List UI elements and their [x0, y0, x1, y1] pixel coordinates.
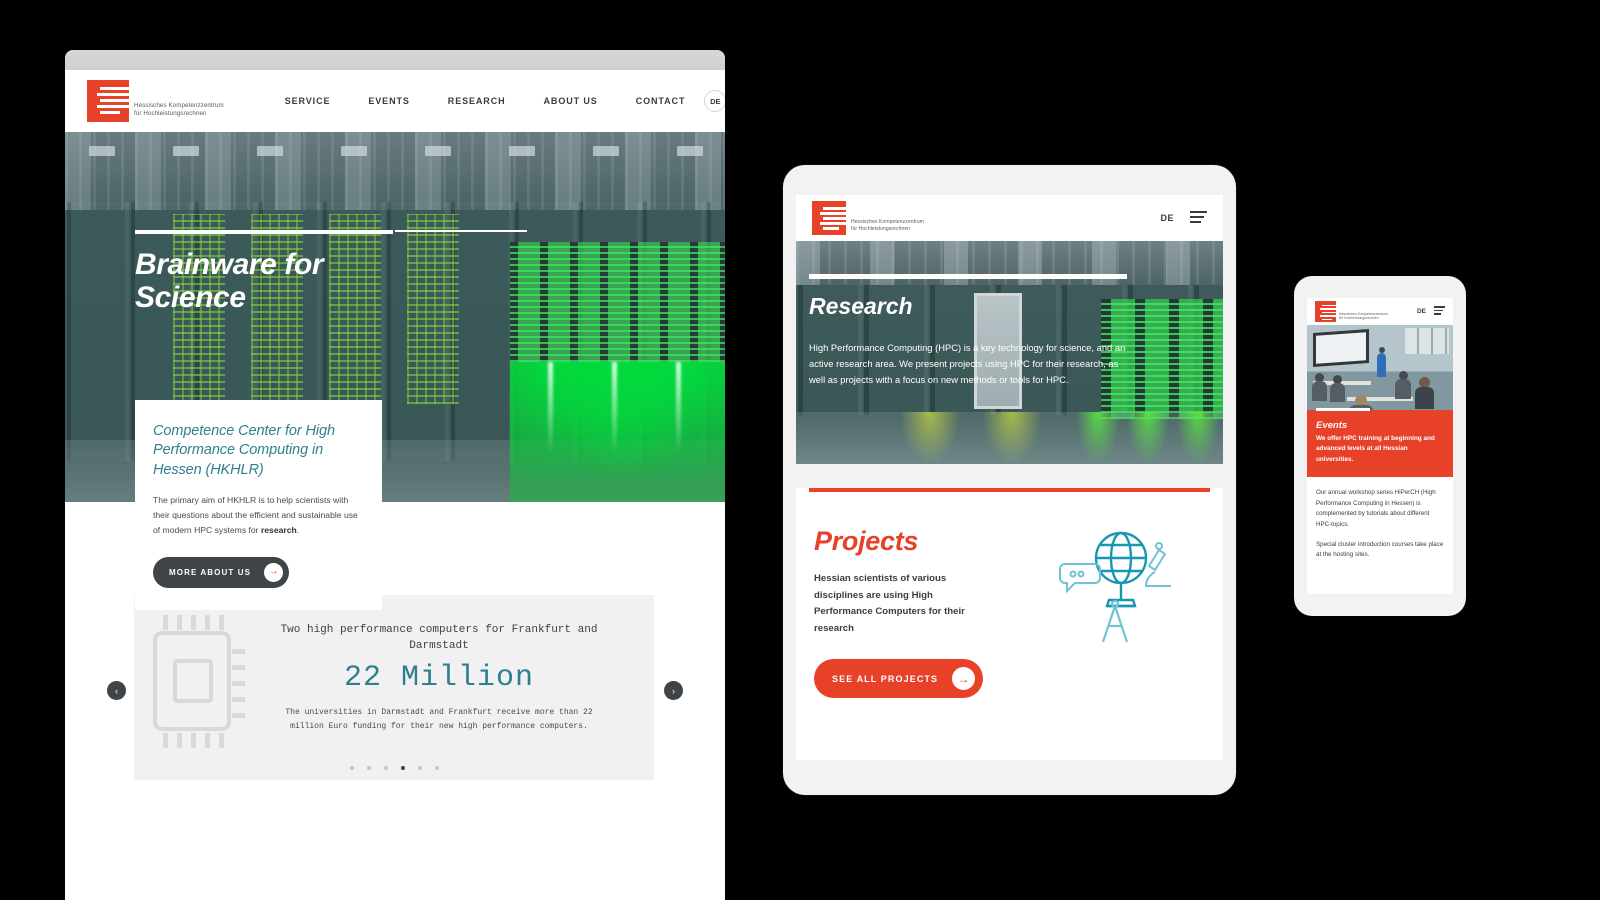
tablet-projects-body: Hessian scientists of various discipline…: [814, 573, 965, 634]
more-about-us-label: MORE ABOUT US: [169, 567, 252, 577]
tablet-hero-rule: [809, 274, 1127, 279]
intro-card-body-period: .: [296, 524, 300, 535]
tablet-language-switcher[interactable]: DE: [1160, 213, 1174, 223]
carousel-dots: [134, 766, 654, 770]
phone-banner-title: Events: [1316, 420, 1348, 431]
nav-item-events[interactable]: EVENTS: [349, 96, 428, 106]
hamburger-icon[interactable]: [1434, 306, 1445, 316]
hero-title: Brainware for Science: [135, 248, 393, 314]
arrow-right-icon: →: [952, 667, 976, 690]
intro-card-title: Competence Center for High Performance C…: [153, 423, 335, 478]
phone-banner-body: We offer HPC training at beginning and a…: [1316, 435, 1435, 463]
chip-outline-icon: [153, 615, 245, 748]
hero-title-line1: Brainware for: [135, 248, 324, 281]
phone-logo-line2: für Hochleistungsrechnen: [1339, 316, 1379, 321]
ceiling-rack-graphic: [65, 132, 725, 210]
phone-body-text: Our annual workshop series HiPerCH (High…: [1307, 477, 1453, 581]
site-logo[interactable]: Hessisches Kompetenzzentrum für Hochleis…: [87, 80, 224, 122]
tablet-hero-section: Research High Performance Computing (HPC…: [796, 241, 1223, 464]
nav-item-contact[interactable]: CONTACT: [617, 96, 705, 106]
tablet-logo-line2: für Hochleistungsrechnen: [851, 225, 911, 232]
tablet-logo-wordmark: Hessisches Kompetenzzentrum für Hochleis…: [851, 219, 924, 232]
hero-rule-thin: [395, 230, 527, 232]
carousel-dot[interactable]: [417, 766, 422, 770]
carousel-dot[interactable]: [366, 766, 371, 770]
phone-logo-wordmark: Hessisches Kompetenzzentrum für Hochleis…: [1339, 312, 1388, 321]
stats-value: 22 Million: [343, 661, 535, 696]
whiteboard-graphic: [1313, 329, 1369, 367]
language-switcher[interactable]: DE: [704, 90, 725, 112]
intro-card: Competence Center for High Performance C…: [135, 400, 382, 610]
carousel-dot[interactable]: [349, 766, 354, 770]
science-icons-group: [1059, 531, 1171, 643]
carousel-dot-active[interactable]: [400, 766, 405, 770]
phone-events-banner: Events We offer HPC training at beginnin…: [1307, 408, 1453, 478]
carousel-next-button[interactable]: ›: [664, 681, 683, 700]
browser-chrome-bar: [65, 50, 725, 70]
phone-paragraph-2: Special cluster introduction courses tak…: [1316, 540, 1444, 559]
stats-carousel: ‹ › Two high performance computers for F…: [65, 595, 725, 783]
tablet-hero-body: High Performance Computing (HPC) is a ke…: [809, 342, 1126, 386]
nav-item-about-us[interactable]: ABOUT US: [525, 96, 617, 106]
stats-text-block: Two high performance computers for Frank…: [274, 623, 604, 734]
carousel-dot[interactable]: [383, 766, 388, 770]
hamburger-icon[interactable]: [1190, 210, 1207, 226]
tablet-header-actions: DE: [1160, 210, 1207, 226]
phone-screen: Hessisches Kompetenzzentrum für Hochleis…: [1307, 298, 1453, 594]
tablet-device-mockup: Hessisches Kompetenzzentrum für Hochleis…: [783, 165, 1236, 795]
primary-nav: SERVICE EVENTS RESEARCH ABOUT US CONTACT: [266, 96, 705, 106]
hero-headline-block: Brainware for Science: [135, 230, 527, 314]
phone-site-logo[interactable]: Hessisches Kompetenzzentrum für Hochleis…: [1315, 301, 1388, 322]
tablet-projects-section: Projects Hessian scientists of various d…: [796, 488, 1223, 760]
hkhlr-logo-icon: [812, 201, 846, 235]
green-led-glow-graphic: [510, 362, 725, 502]
phone-device-mockup: Hessisches Kompetenzzentrum für Hochleis…: [1294, 276, 1466, 616]
tablet-site-logo[interactable]: Hessisches Kompetenzzentrum für Hochleis…: [812, 201, 924, 235]
stats-description: The universities in Darmstadt and Frankf…: [285, 708, 593, 732]
hero-rule-thick: [135, 230, 527, 234]
phone-hero-photo: [1307, 325, 1453, 410]
tablet-hero-title: Research: [809, 293, 913, 319]
desktop-page: Hessisches Kompetenzzentrum für Hochleis…: [65, 70, 725, 900]
hkhlr-logo-icon: [1315, 301, 1336, 322]
see-all-projects-label: SEE ALL PROJECTS: [832, 673, 939, 684]
carousel-prev-button[interactable]: ‹: [107, 681, 126, 700]
green-server-racks-graphic: [510, 242, 725, 362]
tablet-section-divider: [809, 488, 1210, 492]
intro-card-body-text: The primary aim of HKHLR is to help scie…: [153, 494, 358, 535]
logo-wordmark-line1: Hessisches Kompetenzzentrum: [134, 102, 224, 109]
intro-card-body-link[interactable]: research: [261, 525, 297, 535]
globe-icon: [1094, 531, 1148, 608]
phone-paragraph-1: Our annual workshop series HiPerCH (High…: [1316, 489, 1436, 529]
nav-item-service[interactable]: SERVICE: [266, 96, 350, 106]
tablet-section-gap: [796, 464, 1223, 488]
tablet-screen: Hessisches Kompetenzzentrum für Hochleis…: [796, 195, 1223, 760]
site-header: Hessisches Kompetenzzentrum für Hochleis…: [65, 70, 725, 132]
stats-card: Two high performance computers for Frank…: [134, 595, 654, 780]
phone-banner-rule: [1316, 408, 1370, 411]
phone-header: Hessisches Kompetenzzentrum für Hochleis…: [1307, 298, 1453, 325]
tablet-floor-graphic: [796, 412, 1223, 464]
phone-header-actions: DE: [1417, 306, 1445, 316]
logo-wordmark: Hessisches Kompetenzzentrum für Hochleis…: [134, 102, 224, 118]
window-graphic: [1405, 328, 1449, 354]
stats-headline: Two high performance computers for Frank…: [280, 624, 598, 652]
intro-card-body: The primary aim of HKHLR is to help scie…: [153, 493, 362, 538]
hkhlr-logo-icon: [87, 80, 129, 122]
tablet-header: Hessisches Kompetenzzentrum für Hochleis…: [796, 195, 1223, 241]
speech-bubble-icon: [1059, 563, 1101, 594]
carousel-dot[interactable]: [434, 766, 439, 770]
arrow-right-icon: →: [264, 562, 284, 582]
logo-wordmark-line2: für Hochleistungsrechnen: [134, 110, 207, 117]
see-all-projects-button[interactable]: SEE ALL PROJECTS →: [814, 659, 984, 698]
desktop-device-mockup: Hessisches Kompetenzzentrum für Hochleis…: [65, 50, 725, 900]
tablet-logo-line1: Hessisches Kompetenzzentrum: [851, 219, 925, 225]
microscope-icon: [1144, 542, 1171, 587]
hero-title-line2: Science: [135, 281, 246, 314]
more-about-us-button[interactable]: MORE ABOUT US →: [153, 556, 290, 588]
nav-item-research[interactable]: RESEARCH: [429, 96, 525, 106]
phone-language-switcher[interactable]: DE: [1417, 308, 1426, 315]
